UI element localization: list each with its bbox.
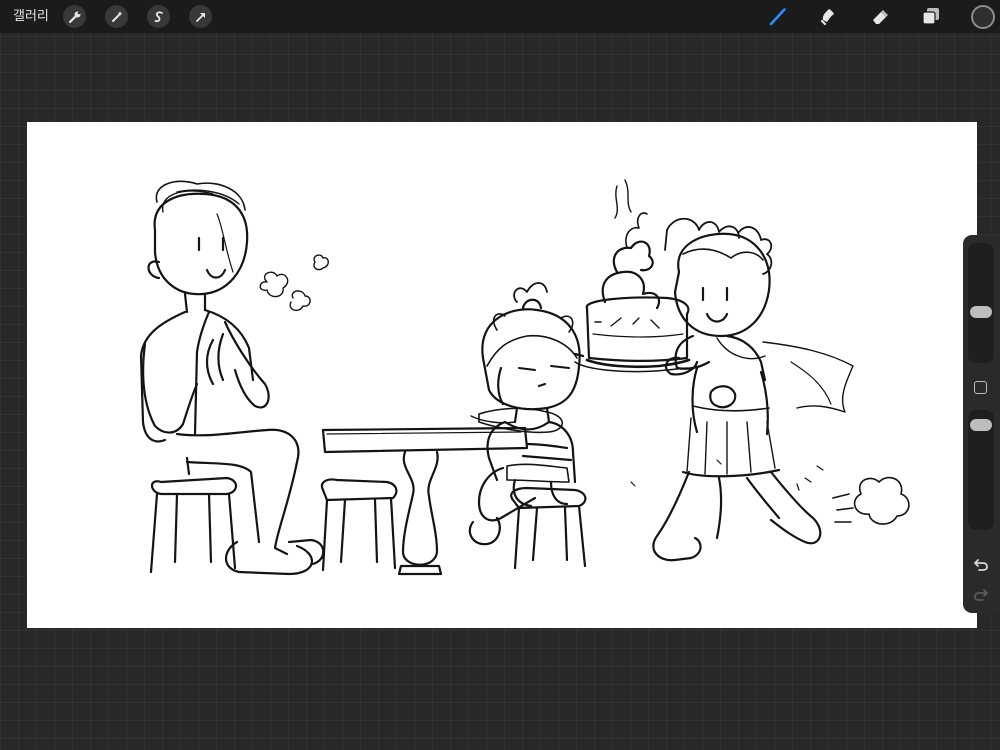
sketch-man-figure: [139, 180, 325, 576]
actions-button[interactable]: [63, 5, 86, 28]
brush-icon: [769, 8, 786, 26]
transform-button[interactable]: [189, 5, 212, 28]
smudge-button[interactable]: [816, 4, 840, 28]
brush-size-handle[interactable]: [970, 306, 992, 318]
sketch-table: [321, 426, 529, 576]
top-toolbar: 갤러리: [0, 0, 1000, 33]
sketch-stool-middle: [320, 478, 398, 572]
sketch-cake: [573, 179, 691, 373]
sketch-dust-cloud: [630, 459, 910, 525]
eraser-icon: [873, 10, 888, 24]
redo-icon: [974, 589, 988, 601]
adjustments-button[interactable]: [105, 5, 128, 28]
gallery-button[interactable]: 갤러리: [13, 8, 49, 25]
selection-icon: [154, 10, 163, 22]
wrench-icon: [68, 11, 80, 23]
layers-button[interactable]: [919, 4, 943, 28]
layers-icon: [922, 8, 939, 25]
sketch-stool-right: [510, 486, 587, 570]
smudge-icon: [820, 9, 834, 26]
eraser-button[interactable]: [868, 4, 892, 28]
opacity-handle[interactable]: [970, 419, 992, 431]
color-picker-button[interactable]: [971, 5, 995, 29]
sketch-girl-figure: [468, 282, 581, 546]
undo-button[interactable]: [971, 554, 991, 574]
sketch-steam-puffs: [259, 254, 329, 312]
sketch-boy-figure: [652, 217, 854, 562]
redo-button[interactable]: [971, 584, 991, 604]
undo-icon: [974, 559, 988, 571]
drawing-canvas[interactable]: [27, 122, 977, 628]
selection-button[interactable]: [147, 5, 170, 28]
sketch-artwork: [139, 179, 910, 576]
brush-button[interactable]: [766, 4, 790, 28]
magic-wand-icon: [111, 10, 122, 22]
transform-arrow-icon: [195, 12, 205, 22]
modify-button[interactable]: [974, 381, 987, 394]
brush-size-slider[interactable]: [968, 243, 994, 363]
